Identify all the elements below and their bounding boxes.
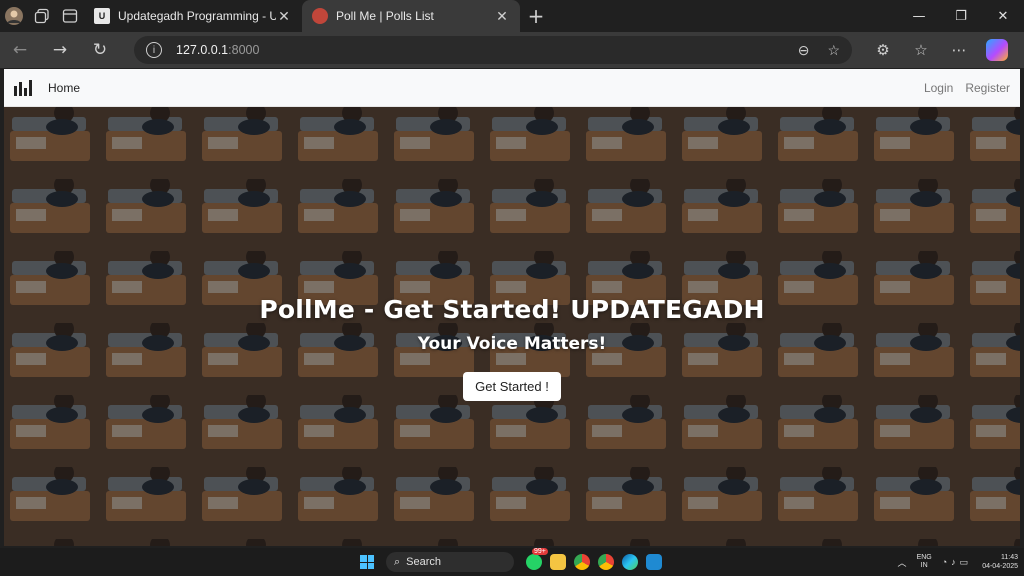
clock-date: 04-04-2025 bbox=[982, 563, 1018, 570]
lang-region: IN bbox=[920, 562, 928, 569]
nav-home-link[interactable]: Home bbox=[48, 81, 80, 95]
address-bar[interactable]: i 127.0.0.1:8000 ⊖ ☆ bbox=[134, 36, 852, 64]
more-menu-icon[interactable]: ⋯ bbox=[942, 41, 976, 59]
whatsapp-app-icon[interactable]: 99+ bbox=[522, 548, 548, 574]
file-explorer-icon[interactable] bbox=[546, 550, 570, 574]
tab-updategadh[interactable]: U Updategadh Programming - Upd ✕ bbox=[84, 0, 302, 32]
tab-title: Poll Me | Polls List bbox=[336, 9, 434, 23]
vertical-tabs-icon[interactable] bbox=[56, 2, 84, 30]
restore-icon[interactable]: ❐ bbox=[940, 0, 982, 32]
language-indicator[interactable]: ENG IN bbox=[917, 554, 932, 570]
chrome-profile-icon[interactable] bbox=[594, 550, 618, 574]
show-hidden-icons-icon[interactable]: ︿ bbox=[898, 556, 907, 569]
taskbar-search-label: Search bbox=[406, 556, 442, 568]
vscode-icon[interactable] bbox=[642, 550, 666, 574]
web-page: Home Login Register PollMe - Get Started… bbox=[4, 69, 1020, 546]
wifi-volume-battery-icon[interactable]: ◔♪▭ bbox=[942, 557, 972, 568]
hero-section: PollMe - Get Started! UPDATEGADH Your Vo… bbox=[4, 107, 1020, 546]
get-started-button[interactable]: Get Started ! bbox=[463, 372, 561, 401]
windows-start-icon[interactable] bbox=[360, 555, 374, 569]
zoom-icon[interactable]: ⊖ bbox=[798, 42, 810, 59]
profile-avatar-icon[interactable] bbox=[0, 2, 28, 30]
site-navbar: Home Login Register bbox=[4, 69, 1020, 107]
nav-register-link[interactable]: Register bbox=[965, 81, 1010, 95]
browser-tab-strip: U Updategadh Programming - Upd ✕ Poll Me… bbox=[0, 0, 1024, 32]
lang-code: ENG bbox=[916, 554, 932, 561]
brand-logo-icon[interactable] bbox=[14, 79, 32, 96]
hero-title: PollMe - Get Started! UPDATEGADH bbox=[259, 295, 765, 324]
close-window-icon[interactable]: ✕ bbox=[982, 0, 1024, 32]
pollme-favicon-icon bbox=[312, 8, 328, 24]
copilot-icon[interactable] bbox=[986, 39, 1008, 61]
updategadh-favicon-icon: U bbox=[94, 8, 110, 24]
reload-icon[interactable]: ↻ bbox=[80, 32, 120, 68]
search-icon: ⌕ bbox=[394, 555, 401, 568]
url-port: :8000 bbox=[228, 43, 260, 57]
clock-time: 11:43 bbox=[1001, 554, 1018, 561]
tab-close-icon[interactable]: ✕ bbox=[494, 8, 510, 25]
favorite-star-icon[interactable]: ☆ bbox=[827, 42, 840, 59]
favorites-icon[interactable]: ☆ bbox=[904, 41, 938, 59]
site-info-icon[interactable]: i bbox=[146, 42, 162, 58]
minimize-icon[interactable]: — bbox=[898, 0, 940, 32]
edge-icon[interactable] bbox=[618, 550, 642, 574]
browser-toolbar: ← → ↻ i 127.0.0.1:8000 ⊖ ☆ ⚙ ☆ ⋯ bbox=[0, 32, 1024, 68]
tab-pollme[interactable]: Poll Me | Polls List ✕ bbox=[302, 0, 520, 32]
windows-taskbar: ⌕ Search 99+ ︿ ENG IN ◔♪▭ 11:43 04-04-20… bbox=[0, 548, 1024, 576]
extensions-icon[interactable]: ⚙ bbox=[866, 41, 900, 59]
hero-content: PollMe - Get Started! UPDATEGADH Your Vo… bbox=[4, 295, 1020, 401]
workspaces-icon[interactable] bbox=[28, 2, 56, 30]
taskbar-clock[interactable]: 11:43 04-04-2025 bbox=[982, 553, 1018, 571]
tab-title: Updategadh Programming - Upd bbox=[118, 9, 276, 23]
new-tab-icon[interactable]: + bbox=[520, 4, 552, 28]
nav-login-link[interactable]: Login bbox=[924, 81, 953, 95]
hero-subtitle: Your Voice Matters! bbox=[417, 334, 607, 354]
back-arrow-icon[interactable]: ← bbox=[0, 32, 40, 68]
window-controls: — ❐ ✕ bbox=[898, 0, 1024, 32]
chrome-icon[interactable] bbox=[570, 550, 594, 574]
tab-close-icon[interactable]: ✕ bbox=[276, 8, 292, 25]
system-tray: ︿ ENG IN ◔♪▭ 11:43 04-04-2025 bbox=[898, 553, 1018, 571]
forward-arrow-icon[interactable]: → bbox=[40, 32, 80, 68]
taskbar-search-box[interactable]: ⌕ Search bbox=[386, 552, 514, 572]
url-host: 127.0.0.1 bbox=[176, 43, 229, 57]
